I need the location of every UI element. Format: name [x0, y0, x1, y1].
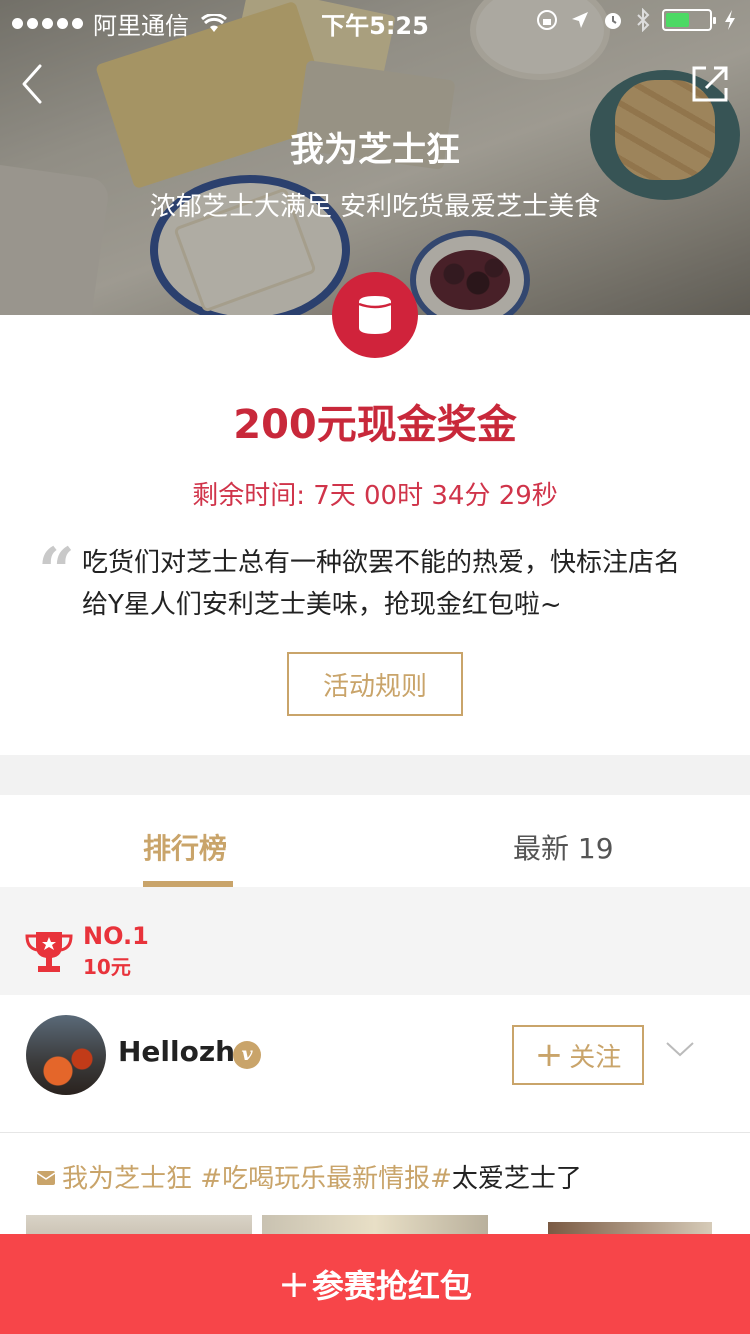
battery-icon: [662, 9, 716, 31]
follow-button[interactable]: + 关注: [512, 1025, 644, 1085]
trophy-icon: [25, 932, 73, 972]
avatar[interactable]: [26, 1015, 106, 1095]
follow-label: 关注: [569, 1042, 622, 1073]
bluetooth-icon: [637, 8, 650, 32]
share-icon[interactable]: [690, 62, 730, 104]
location-icon: [572, 12, 588, 28]
prize-amount: 200元现金奖金: [233, 402, 517, 448]
post-text: 我为芝士狂 #吃喝玩乐最新情报# 太爱芝士了: [36, 1158, 582, 1195]
rotation-lock-icon: [537, 10, 557, 30]
section-divider: [0, 755, 750, 795]
page-subtitle: 浓郁芝士大满足 安利吃货最爱芝士美食: [149, 192, 601, 222]
rank-position: NO.1: [83, 922, 149, 950]
post-topic-link[interactable]: 我为芝士狂: [62, 1158, 192, 1195]
verified-badge-icon: v: [233, 1041, 261, 1069]
countdown-timer: 剩余时间: 7天 00时 34分 29秒: [192, 481, 558, 511]
tab-ranking[interactable]: 排行榜: [143, 827, 227, 867]
plus-icon: +: [278, 1262, 310, 1306]
post-hashtag-link[interactable]: #吃喝玩乐最新情报#: [200, 1158, 452, 1195]
activity-rules-button[interactable]: 活动规则: [287, 652, 463, 716]
cup-badge: [332, 272, 418, 358]
activity-description: 吃货们对芝士总有一种欲罢不能的热爱，快标注店名给Y星人们安利芝士美味，抢现金红包…: [82, 548, 681, 620]
page-title: 我为芝士狂: [290, 130, 460, 170]
chevron-down-icon[interactable]: [664, 1039, 696, 1059]
tab-latest[interactable]: 最新 19: [513, 827, 614, 867]
alarm-icon: [605, 13, 621, 29]
username[interactable]: Hellozh: [118, 1035, 235, 1068]
user-row: Hellozh v + 关注: [0, 995, 750, 1133]
join-contest-label: 参赛抢红包: [311, 1267, 472, 1305]
quote-mark-icon: “: [38, 534, 75, 609]
hero-banner: 阿里通信 下午5:25 我为芝士狂 浓郁芝士大满足 安利吃货最爱芝士美食: [0, 0, 750, 315]
post-body: 太爱芝士了: [451, 1164, 582, 1194]
tab-bar: 排行榜 最新 19: [0, 795, 750, 887]
rank-reward: 10元: [83, 955, 131, 979]
status-bar: 阿里通信 下午5:25: [0, 0, 750, 40]
back-icon[interactable]: [14, 60, 54, 108]
join-contest-button[interactable]: + 参赛抢红包: [0, 1234, 750, 1334]
charging-icon: [725, 10, 735, 30]
cup-icon: [358, 296, 392, 334]
plus-icon: +: [534, 1035, 564, 1075]
mail-icon: [36, 1170, 56, 1185]
